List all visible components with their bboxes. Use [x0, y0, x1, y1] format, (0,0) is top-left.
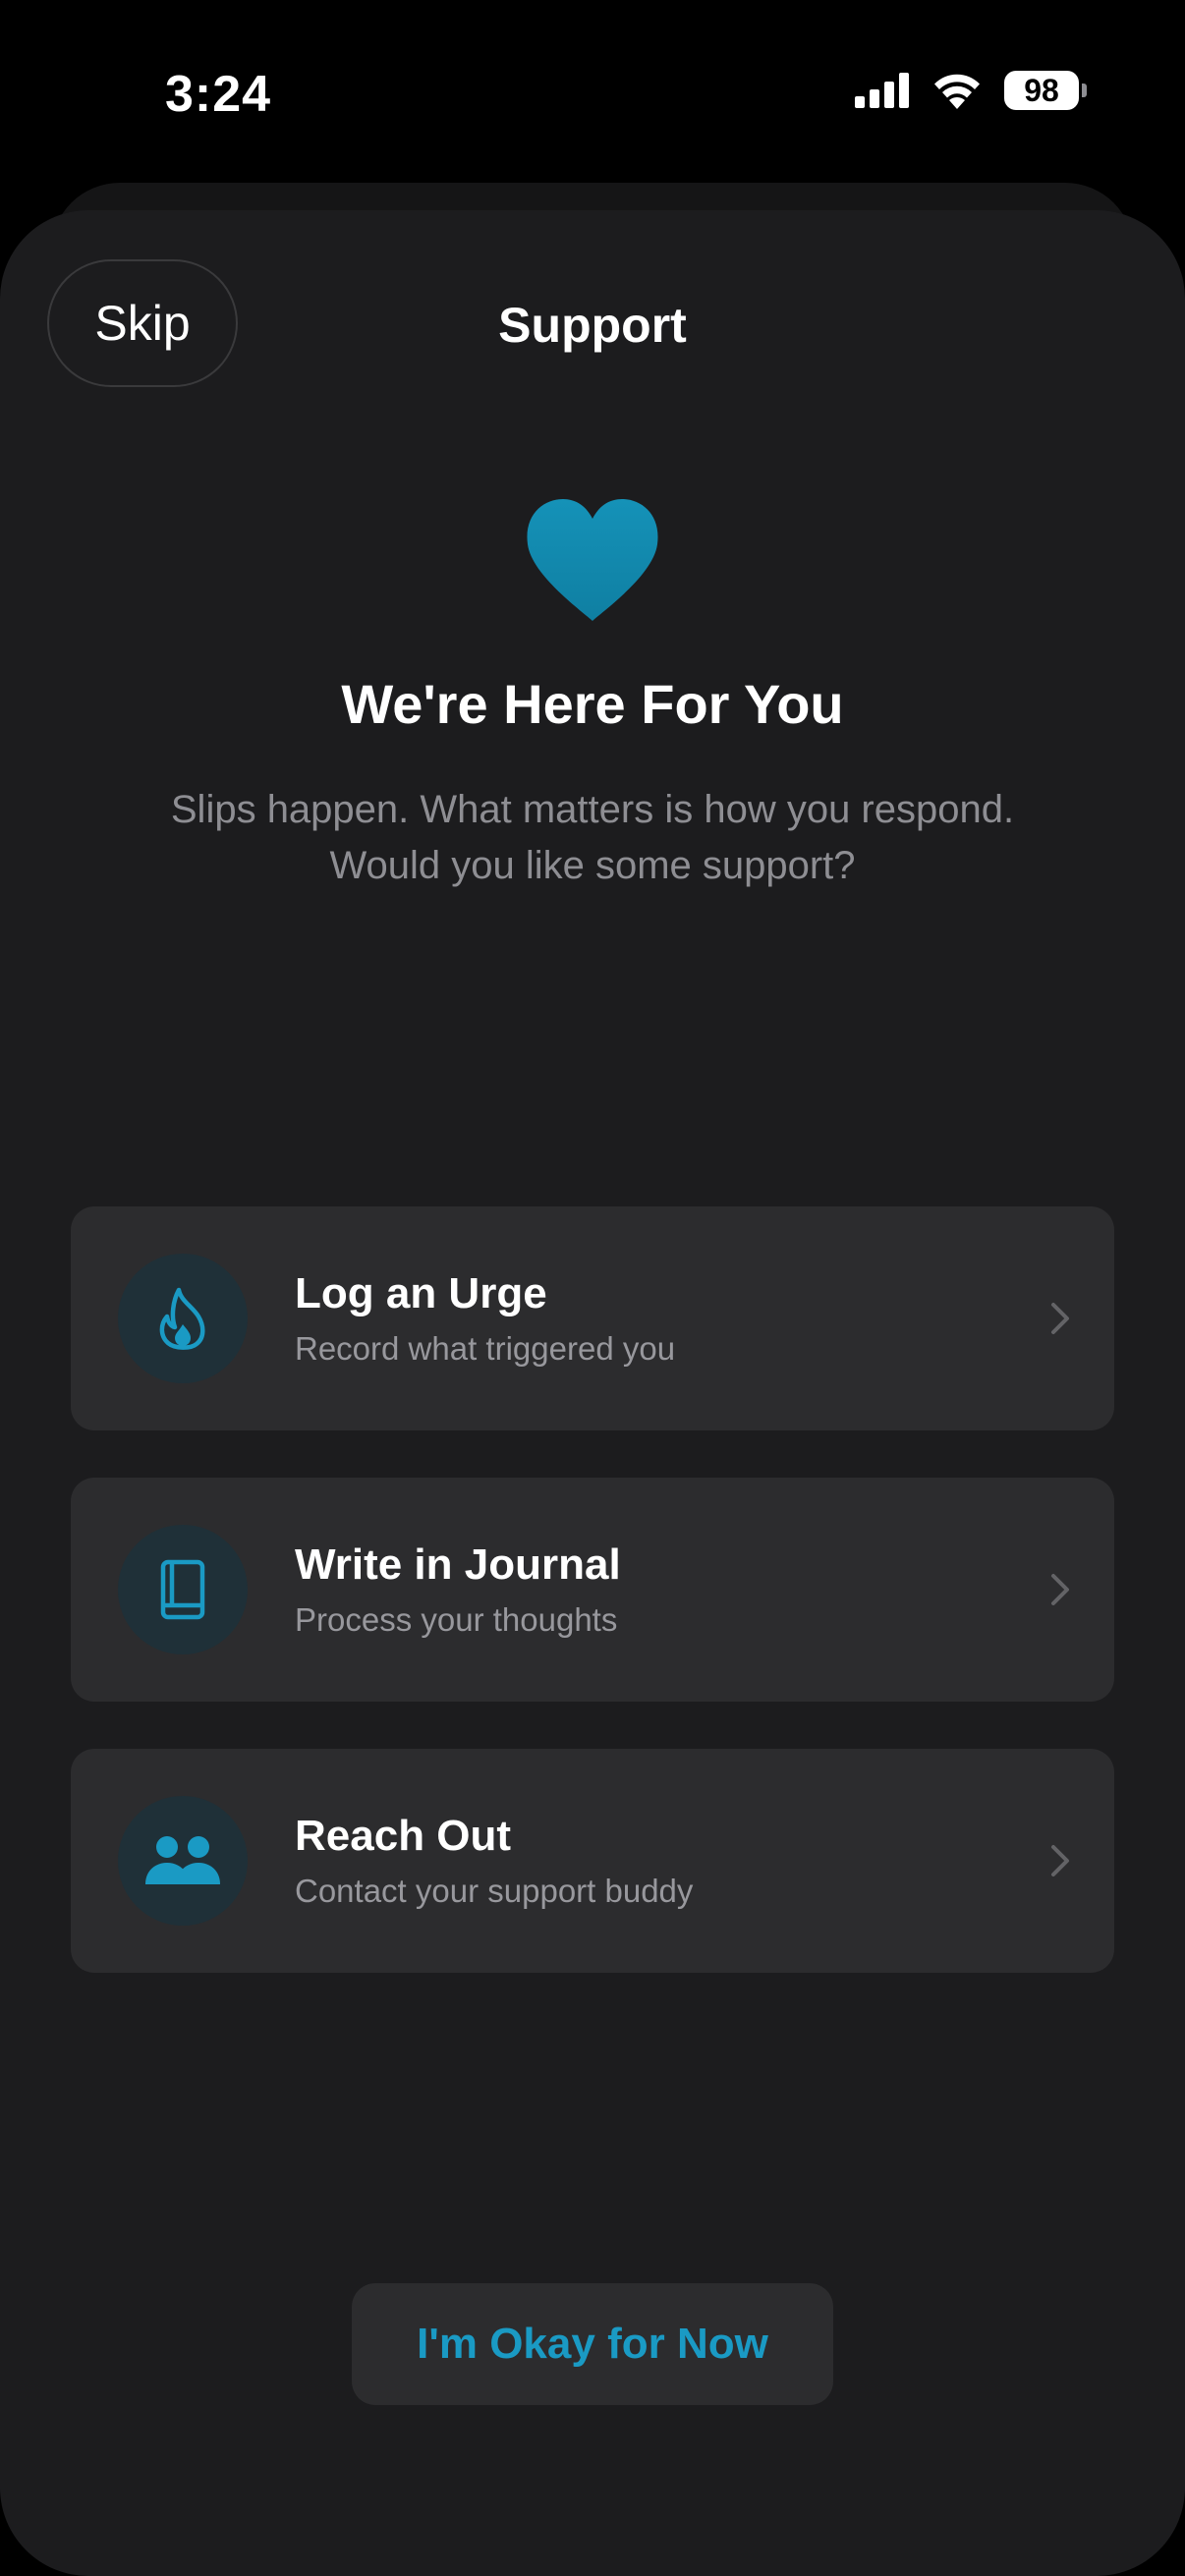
support-sheet: Skip Support We're Here For You Slips ha… — [0, 210, 1185, 2576]
battery-icon: 98 — [1004, 71, 1087, 110]
battery-cap — [1082, 84, 1087, 97]
option-icon-circle — [118, 1796, 248, 1926]
status-time: 3:24 — [165, 66, 272, 123]
option-title: Reach Out — [295, 1812, 512, 1860]
write-journal-option[interactable]: Write in Journal Process your thoughts — [71, 1478, 1114, 1702]
screen: 3:24 98 Skip Support We're Here For You … — [0, 0, 1185, 2576]
option-subtitle: Contact your support buddy — [295, 1873, 694, 1909]
subtext-line-1: Slips happen. What matters is how you re… — [170, 788, 1015, 831]
reach-out-option[interactable]: Reach Out Contact your support buddy — [71, 1749, 1114, 1973]
subtext: Slips happen. What matters is how you re… — [98, 782, 1087, 894]
option-title: Write in Journal — [295, 1540, 621, 1589]
status-icons: 98 — [855, 71, 1087, 110]
status-bar: 3:24 98 — [0, 0, 1185, 187]
chevron-right-icon — [1051, 1303, 1069, 1334]
option-title: Log an Urge — [295, 1269, 547, 1317]
signal-icon — [855, 73, 909, 108]
heart-icon — [527, 499, 658, 621]
chevron-right-icon — [1051, 1574, 1069, 1605]
okay-for-now-button[interactable]: I'm Okay for Now — [352, 2283, 833, 2405]
option-icon-circle — [118, 1525, 248, 1654]
subtext-line-2: Would you like some support? — [329, 844, 856, 887]
people-icon — [145, 1836, 220, 1884]
chevron-right-icon — [1051, 1845, 1069, 1876]
wifi-icon — [934, 74, 980, 109]
log-urge-option[interactable]: Log an Urge Record what triggered you — [71, 1206, 1114, 1430]
headline: We're Here For You — [341, 673, 844, 735]
page-title: Support — [498, 298, 687, 353]
flame-icon — [159, 1287, 205, 1350]
option-icon-circle — [118, 1254, 248, 1383]
option-subtitle: Record what triggered you — [295, 1330, 676, 1367]
option-subtitle: Process your thoughts — [295, 1601, 618, 1638]
battery-level: 98 — [1024, 73, 1059, 108]
book-icon — [160, 1559, 205, 1620]
